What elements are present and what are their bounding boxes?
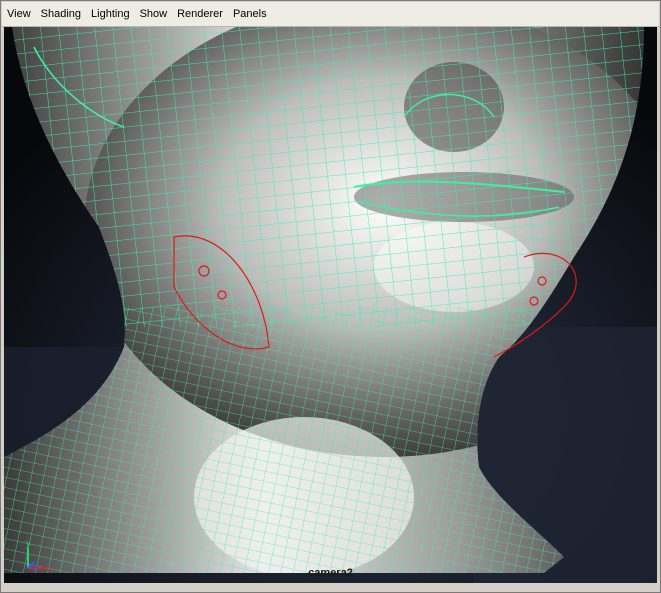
viewport-scene (4, 27, 657, 583)
window-bottom-edge (2, 584, 659, 592)
menu-panels[interactable]: Panels (228, 2, 272, 26)
axis-y-label: y (26, 538, 31, 548)
menu-renderer[interactable]: Renderer (172, 2, 228, 26)
menu-shading[interactable]: Shading (36, 2, 86, 26)
maya-viewport-window: View Shading Lighting Show Renderer Pane… (0, 0, 661, 593)
panel-menubar: View Shading Lighting Show Renderer Pane… (2, 2, 659, 27)
menu-lighting[interactable]: Lighting (86, 2, 135, 26)
3d-viewport[interactable]: y z x camera2 (4, 27, 657, 583)
menu-view[interactable]: View (2, 2, 36, 26)
camera-name-label: camera2 (308, 567, 353, 579)
menu-show[interactable]: Show (135, 2, 173, 26)
